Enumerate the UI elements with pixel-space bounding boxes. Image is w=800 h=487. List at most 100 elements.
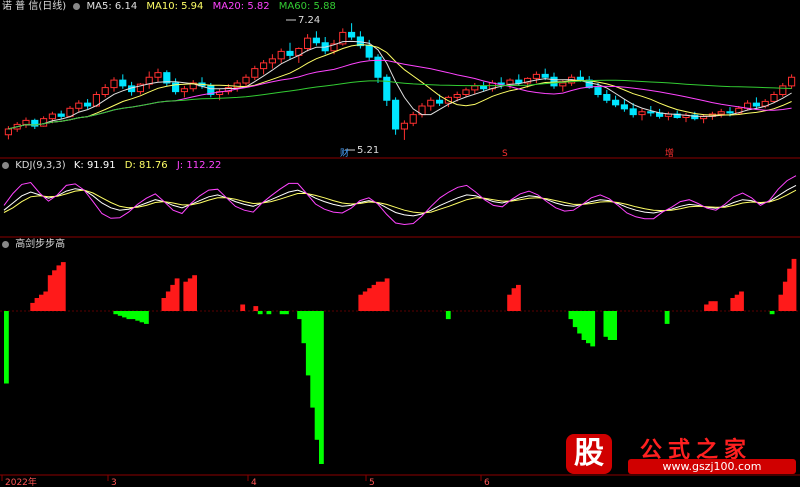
- indicator-bar: [712, 301, 718, 311]
- indicator-bar: [607, 311, 613, 340]
- indicator-bar: [279, 311, 285, 315]
- indicator-bar: [144, 311, 149, 324]
- indicator-bar: [139, 311, 145, 323]
- indicator-bar: [577, 311, 582, 334]
- indicator-bar: [371, 284, 377, 311]
- indicator-bar: [122, 311, 127, 318]
- indicator-bar: [240, 304, 246, 311]
- indicator-bar: [187, 278, 193, 311]
- stock-chart-canvas[interactable]: 2022年 3 4 5 6 7.24 5.21 财 S 增: [0, 0, 800, 487]
- settings-dot-icon[interactable]: [73, 2, 81, 10]
- watermark-logo: 股: [566, 434, 612, 474]
- kdj-title: KDJ(9,3,3): [15, 160, 66, 171]
- indicator-bar: [782, 281, 788, 311]
- indicator-bar: [253, 306, 259, 311]
- indicator-bar: [704, 304, 709, 311]
- indicator-bar: [384, 278, 390, 311]
- indicator-bar: [135, 311, 141, 321]
- indicator-bar: [769, 311, 775, 315]
- ma5-legend: MA5: 6.14: [86, 1, 138, 12]
- indicator-bar: [305, 311, 311, 376]
- date-axis-label: 6: [484, 478, 490, 487]
- date-axis-label: 3: [111, 478, 117, 487]
- indicator-bar: [126, 311, 132, 320]
- candle[interactable]: [392, 97, 400, 135]
- indicator-bar: [572, 311, 578, 328]
- indicator-bar: [4, 311, 9, 384]
- date-axis-label: 2022年: [5, 476, 37, 487]
- indicator-bar: [113, 311, 119, 315]
- kdj-panel-header: KDJ(9,3,3) K: 91.91 D: 81.76 J: 112.22: [2, 160, 221, 172]
- ma60-legend: MA60: 5.88: [278, 1, 336, 12]
- indicator-bar: [52, 270, 57, 311]
- indicator-bar: [375, 281, 381, 311]
- indicator-bar: [445, 311, 451, 320]
- indicator-bar: [34, 298, 40, 311]
- watermark-url: www.gszj100.com: [628, 459, 796, 474]
- indicator-bar: [739, 291, 744, 311]
- indicator-bar: [358, 294, 364, 311]
- event-label-finance[interactable]: 财: [340, 147, 349, 159]
- low-price-label: 5.21: [357, 145, 379, 156]
- indicator-bar: [165, 291, 171, 311]
- watermark: 股 公式之家 www.gszj100.com: [560, 432, 800, 476]
- indicator-bar: [730, 298, 736, 311]
- indicator-bar: [174, 278, 180, 311]
- indicator-bar: [791, 258, 797, 311]
- indicator-bar: [297, 311, 302, 320]
- indicator-bar: [257, 311, 263, 315]
- indicator-bar: [183, 281, 189, 311]
- indicator-bar: [590, 311, 596, 347]
- indicator-bar: [787, 268, 792, 311]
- indicator-title: 高剑步步高: [15, 239, 66, 250]
- date-axis-label: 5: [369, 478, 375, 487]
- indicator-bar: [778, 294, 784, 311]
- date-axis-label: 4: [251, 478, 257, 487]
- indicator-bar: [30, 302, 36, 311]
- kdj-k-legend: K: 91.91: [73, 160, 116, 171]
- indicator-bar: [603, 311, 609, 337]
- indicator-bar: [39, 294, 44, 311]
- indicator-bar: [47, 275, 53, 311]
- indicator-bar: [586, 311, 591, 344]
- indicator-bar: [708, 301, 714, 311]
- indicator-bar: [511, 288, 517, 311]
- indicator-bar: [664, 311, 670, 324]
- indicator-bar: [734, 294, 740, 311]
- indicator-bar: [56, 265, 62, 311]
- ma10-legend: MA10: 5.94: [146, 1, 204, 12]
- event-label-increase[interactable]: 增: [665, 147, 674, 159]
- indicator-bar: [314, 311, 320, 440]
- ma20-legend: MA20: 5.82: [212, 1, 270, 12]
- indicator-panel-header: 高剑步步高: [2, 239, 65, 251]
- indicator-bar: [192, 275, 197, 311]
- indicator-bar: [612, 311, 617, 340]
- stock-title: 诺 普 信(日线): [2, 1, 67, 12]
- indicator-bar: [161, 298, 167, 311]
- indicator-bar: [43, 291, 49, 311]
- high-price-label: 7.24: [298, 15, 320, 26]
- main-panel-header: 诺 普 信(日线) MA5: 6.14 MA10: 5.94 MA20: 5.8…: [2, 1, 336, 13]
- indicator-bar: [581, 311, 587, 340]
- indicator-bar: [170, 284, 176, 311]
- indicator-settings-dot-icon[interactable]: [2, 240, 9, 248]
- kdj-settings-dot-icon[interactable]: [2, 161, 9, 169]
- indicator-bar: [310, 311, 316, 408]
- indicator-bar: [266, 311, 272, 315]
- indicator-bar: [319, 311, 324, 464]
- kdj-j-legend: J: 112.22: [176, 160, 222, 171]
- indicator-bar: [380, 281, 386, 311]
- kdj-d-legend: D: 81.76: [124, 160, 168, 171]
- event-label-s[interactable]: S: [502, 149, 508, 159]
- indicator-bar: [117, 311, 123, 316]
- watermark-logo-char: 股: [574, 436, 604, 471]
- indicator-bar: [362, 291, 368, 311]
- indicator-bar: [516, 284, 521, 311]
- watermark-url-text: www.gszj100.com: [662, 460, 762, 473]
- indicator-bar: [60, 262, 66, 311]
- indicator-bar: [568, 311, 574, 320]
- indicator-bar: [367, 288, 372, 311]
- indicator-bar: [507, 294, 512, 311]
- indicator-bar: [130, 311, 136, 320]
- indicator-bar: [284, 311, 289, 315]
